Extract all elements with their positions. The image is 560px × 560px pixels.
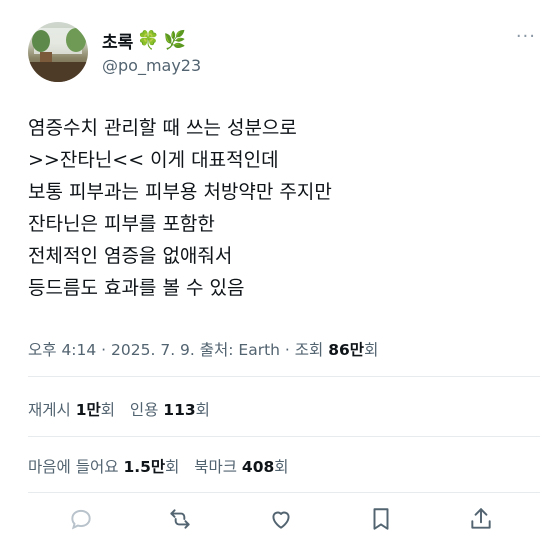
retweet-label: 재게시: [28, 401, 71, 419]
more-options-icon[interactable]: ···: [516, 26, 536, 47]
herb-icon: 🌿: [163, 29, 187, 51]
tweet-text-line: 염증수치 관리할 때 쓰는 성분으로: [28, 117, 297, 139]
reply-icon[interactable]: [66, 504, 96, 534]
share-icon[interactable]: [466, 504, 496, 534]
bookmark-suffix: 회: [274, 458, 289, 476]
engagement-stats-row-2: 마음에 들어요 1.5만회 북마크 408회: [28, 455, 289, 477]
like-count: 1.5만: [123, 458, 166, 476]
divider: [28, 436, 540, 437]
quote-suffix: 회: [195, 401, 210, 419]
retweet-suffix: 회: [100, 401, 116, 419]
divider: [28, 376, 540, 377]
quote-count: 113: [163, 401, 196, 419]
like-suffix: 회: [165, 458, 180, 476]
bookmark-count-link[interactable]: 북마크 408회: [194, 458, 288, 476]
quote-label: 인용: [129, 401, 159, 419]
retweet-icon[interactable]: [165, 504, 195, 534]
tweet-text: 염증수치 관리할 때 쓰는 성분으로 >>잔타닌<< 이게 대표적인데 보통 피…: [28, 112, 528, 304]
bookmark-icon[interactable]: [366, 504, 396, 534]
like-count-link[interactable]: 마음에 들어요 1.5만회: [28, 458, 179, 476]
bookmark-count: 408: [241, 458, 275, 476]
author-display-name[interactable]: 초록: [102, 28, 133, 53]
tweet-text-line: 잔타닌은 피부를 포함한: [28, 213, 215, 235]
tweet-text-line: 등드름도 효과를 볼 수 있음: [28, 277, 245, 299]
tweet-meta: 오후 4:14 · 2025. 7. 9. 출처: Earth · 조회 86만…: [28, 338, 378, 360]
divider: [28, 492, 540, 493]
tweet-timestamp-source[interactable]: 오후 4:14 · 2025. 7. 9. 출처: Earth · 조회: [28, 341, 328, 359]
clover-icon: 🍀: [137, 29, 160, 51]
tweet-text-line: >>잔타닌<< 이게 대표적인데: [28, 149, 279, 171]
tweet-header: 초록 🍀 🌿 @po_may23 ···: [28, 22, 540, 82]
engagement-stats-row-1: 재게시 1만회 인용 113회: [28, 398, 210, 420]
bookmark-label: 북마크: [194, 458, 237, 476]
retweet-count-link[interactable]: 재게시 1만회: [28, 401, 115, 419]
view-count-suffix: 회: [364, 341, 379, 359]
author-name-row: 초록 🍀 🌿: [102, 28, 186, 53]
tweet-action-bar: [0, 504, 560, 536]
author-handle[interactable]: @po_may23: [102, 56, 201, 75]
like-label: 마음에 들어요: [28, 458, 119, 476]
quote-count-link[interactable]: 인용 113회: [130, 401, 210, 419]
view-count: 86만: [328, 341, 365, 359]
like-icon[interactable]: [266, 504, 296, 534]
tweet-text-line: 전체적인 염증을 없애줘서: [28, 245, 233, 267]
tweet-text-line: 보통 피부과는 피부용 처방약만 주지만: [28, 181, 332, 203]
retweet-count: 1만: [75, 401, 101, 419]
avatar[interactable]: [28, 22, 88, 82]
